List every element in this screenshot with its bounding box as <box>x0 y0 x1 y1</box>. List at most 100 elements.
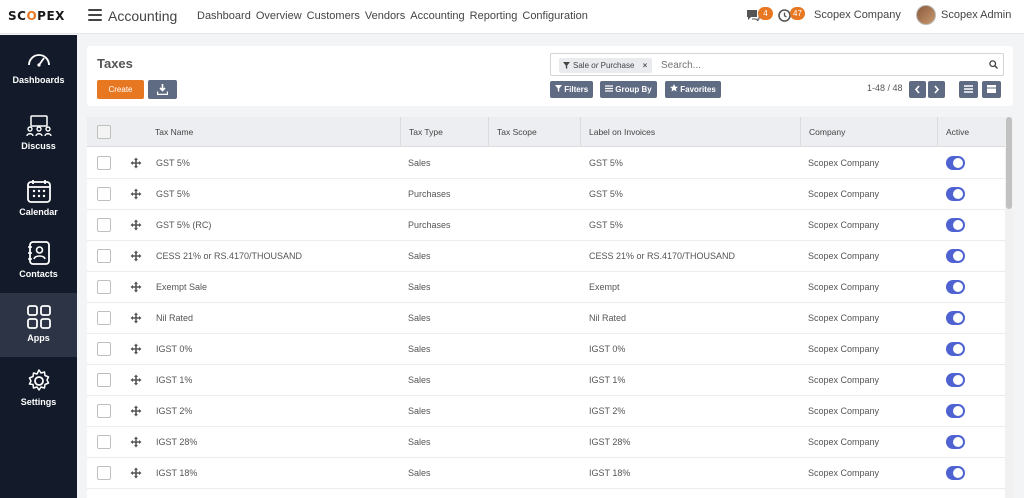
column-header-tax-type[interactable]: Tax Type <box>400 117 488 147</box>
cell-tax-type: Sales <box>408 282 431 292</box>
menu-configuration[interactable]: Configuration <box>522 10 587 22</box>
list-view-button[interactable] <box>959 81 978 98</box>
drag-handle-icon[interactable] <box>130 467 142 479</box>
column-header-tax-name[interactable]: Tax Name <box>147 117 400 147</box>
favorites-button[interactable]: Favorites <box>665 81 721 98</box>
drag-handle-icon[interactable] <box>130 157 142 169</box>
column-header-label-on-invoices[interactable]: Label on Invoices <box>580 117 800 147</box>
sidebar-item-calendar[interactable]: Calendar <box>0 167 77 231</box>
cell-tax-name: GST 5% (RC) <box>156 220 212 230</box>
hamburger-menu-icon[interactable] <box>88 9 102 21</box>
scrollbar-thumb[interactable] <box>1006 117 1012 209</box>
menu-accounting[interactable]: Accounting <box>410 10 464 22</box>
sidebar-item-label: Calendar <box>19 207 58 217</box>
search-facet: Sale or Purchase × <box>559 58 653 73</box>
apps-grid-icon <box>27 305 51 329</box>
search-icon[interactable] <box>989 60 998 69</box>
cell-company: Scopex Company <box>808 313 880 323</box>
cell-tax-type: Sales <box>408 251 431 261</box>
row-checkbox[interactable] <box>97 218 111 232</box>
table-row[interactable]: GST 5% Purchases GST 5% Scopex Company <box>87 179 1005 210</box>
column-header-active[interactable]: Active <box>937 117 1005 147</box>
table-row[interactable]: IGST 2% Sales IGST 2% Scopex Company <box>87 396 1005 427</box>
menu-customers[interactable]: Customers <box>307 10 360 22</box>
table-row[interactable]: IGST 0% Sales IGST 0% Scopex Company <box>87 334 1005 365</box>
row-checkbox[interactable] <box>97 466 111 480</box>
kanban-view-button[interactable] <box>982 81 1001 98</box>
activities-button[interactable]: 47 <box>778 6 805 24</box>
active-toggle[interactable] <box>946 373 965 387</box>
sidebar-item-discuss[interactable]: Discuss <box>0 101 77 165</box>
select-all-checkbox[interactable] <box>97 125 111 139</box>
previous-page-button[interactable] <box>909 81 926 98</box>
discuss-icon <box>26 115 52 137</box>
filters-button[interactable]: Filters <box>550 81 594 98</box>
menu-vendors[interactable]: Vendors <box>365 10 405 22</box>
company-switcher[interactable]: Scopex Company <box>814 9 901 21</box>
drag-handle-icon[interactable] <box>130 405 142 417</box>
active-toggle[interactable] <box>946 156 965 170</box>
table-row[interactable]: GST 5% (RC) Purchases GST 5% Scopex Company <box>87 210 1005 241</box>
row-checkbox[interactable] <box>97 187 111 201</box>
app-name[interactable]: Accounting <box>108 8 177 24</box>
export-button[interactable] <box>148 80 177 99</box>
drag-handle-icon[interactable] <box>130 436 142 448</box>
brand-logo[interactable]: SCOPEX <box>8 6 72 26</box>
filter-icon <box>563 62 570 69</box>
remove-facet-icon[interactable]: × <box>643 61 648 70</box>
row-checkbox[interactable] <box>97 156 111 170</box>
row-checkbox[interactable] <box>97 435 111 449</box>
drag-handle-icon[interactable] <box>130 343 142 355</box>
menu-dashboard[interactable]: Dashboard <box>197 10 251 22</box>
column-header-company[interactable]: Company <box>800 117 937 147</box>
active-toggle[interactable] <box>946 249 965 263</box>
cell-company: Scopex Company <box>808 251 880 261</box>
table-row[interactable]: Nil Rated Sales Nil Rated Scopex Company <box>87 303 1005 334</box>
active-toggle[interactable] <box>946 342 965 356</box>
drag-handle-icon[interactable] <box>130 312 142 324</box>
active-toggle[interactable] <box>946 280 965 294</box>
vertical-scrollbar[interactable] <box>1005 117 1013 498</box>
avatar[interactable] <box>916 5 936 25</box>
cell-tax-name: IGST 0% <box>156 344 193 354</box>
sidebar-item-settings[interactable]: Settings <box>0 357 77 421</box>
pager-value[interactable]: 1-48 / 48 <box>867 83 903 93</box>
drag-handle-icon[interactable] <box>130 188 142 200</box>
drag-handle-icon[interactable] <box>130 250 142 262</box>
table-row[interactable]: IGST 18% Sales IGST 18% Scopex Company <box>87 458 1005 489</box>
active-toggle[interactable] <box>946 435 965 449</box>
table-row[interactable]: IGST 28% Sales IGST 28% Scopex Company <box>87 427 1005 458</box>
active-toggle[interactable] <box>946 466 965 480</box>
sidebar-item-apps[interactable]: Apps <box>0 293 77 357</box>
row-checkbox[interactable] <box>97 342 111 356</box>
sidebar-item-label: Discuss <box>21 141 56 151</box>
active-toggle[interactable] <box>946 311 965 325</box>
sidebar-item-dashboards[interactable]: Dashboards <box>0 35 77 99</box>
sidebar-item-contacts[interactable]: Contacts <box>0 229 77 293</box>
active-toggle[interactable] <box>946 218 965 232</box>
menu-overview[interactable]: Overview <box>256 10 302 22</box>
active-toggle[interactable] <box>946 404 965 418</box>
column-header-tax-scope[interactable]: Tax Scope <box>488 117 580 147</box>
table-row[interactable]: CESS 21% or RS.4170/THOUSAND Sales CESS 21… <box>87 241 1005 272</box>
create-button[interactable]: Create <box>97 80 144 99</box>
table-row[interactable]: IGST 1% Sales IGST 1% Scopex Company <box>87 365 1005 396</box>
row-checkbox[interactable] <box>97 280 111 294</box>
drag-handle-icon[interactable] <box>130 281 142 293</box>
messages-button[interactable]: 4 <box>746 6 773 24</box>
row-checkbox[interactable] <box>97 311 111 325</box>
group-by-button[interactable]: Group By <box>600 81 657 98</box>
menu-reporting[interactable]: Reporting <box>470 10 518 22</box>
active-toggle[interactable] <box>946 187 965 201</box>
cell-label-on-invoices: IGST 0% <box>589 344 626 354</box>
next-page-button[interactable] <box>928 81 945 98</box>
drag-handle-icon[interactable] <box>130 374 142 386</box>
row-checkbox[interactable] <box>97 373 111 387</box>
user-menu[interactable]: Scopex Admin <box>941 9 1011 21</box>
row-checkbox[interactable] <box>97 249 111 263</box>
drag-handle-icon[interactable] <box>130 219 142 231</box>
table-row[interactable]: Exempt Sale Sales Exempt Scopex Company <box>87 272 1005 303</box>
table-row[interactable]: GST 5% Sales GST 5% Scopex Company <box>87 148 1005 179</box>
row-checkbox[interactable] <box>97 404 111 418</box>
search-input[interactable] <box>661 57 981 73</box>
